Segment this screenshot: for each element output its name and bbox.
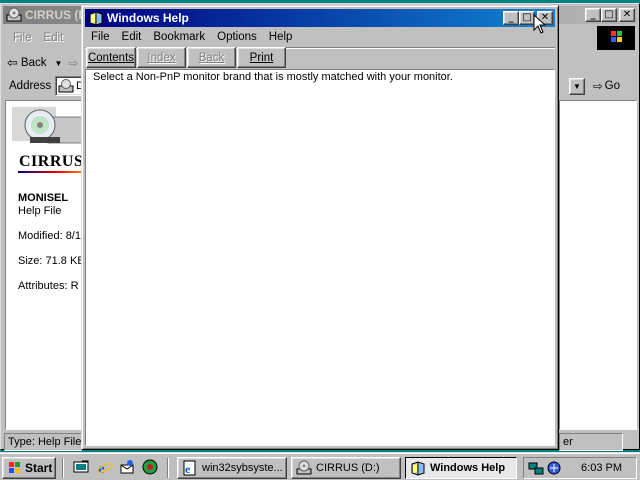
- svg-text:e: e: [185, 462, 191, 476]
- back-arrow-icon: ⇦: [7, 55, 18, 70]
- forward-arrow-icon[interactable]: ⇨: [68, 56, 78, 70]
- help-topic-pane[interactable]: Select a Non-PnP monitor brand that is m…: [85, 69, 555, 446]
- cd-drive-large-icon: [10, 105, 82, 145]
- task-button-win32sybsystem[interactable]: e win32sybsyste...: [177, 457, 287, 479]
- explorer-close-button[interactable]: ✕: [619, 8, 635, 22]
- taskbar: Start e e win32sybsyste... CIRRUS (D:) W…: [0, 452, 640, 480]
- help-back-label: Back: [198, 51, 225, 64]
- address-dropdown-button[interactable]: ▼: [569, 78, 585, 95]
- help-print-label: Print: [249, 51, 274, 64]
- help-minimize-button[interactable]: _: [503, 11, 519, 25]
- internet-explorer-icon[interactable]: e: [96, 459, 113, 476]
- go-arrow-icon: ⇨: [593, 81, 603, 93]
- selected-file-modified: Modified: 8/1: [18, 230, 81, 242]
- drive-name-heading: CIRRUS: [19, 153, 83, 170]
- go-button[interactable]: ⇨ Go: [593, 77, 620, 95]
- cd-drive-icon: [58, 79, 74, 93]
- ie-document-icon: e: [183, 460, 196, 476]
- network-icon[interactable]: [528, 460, 544, 476]
- help-menu-help[interactable]: Help: [263, 31, 299, 43]
- task-label: win32sybsyste...: [202, 462, 283, 474]
- selected-file-size: Size: 71.8 KB: [18, 255, 83, 267]
- selected-file-type: Help File: [18, 205, 62, 217]
- explorer-menu-bar: File Edit: [7, 28, 69, 48]
- help-menu-bar: File Edit Bookmark Options Help: [85, 27, 555, 47]
- task-button-windows-help[interactable]: Windows Help: [405, 457, 517, 479]
- explorer-status-type: Type: Help File: [4, 433, 82, 451]
- help-index-button[interactable]: Index: [137, 47, 186, 68]
- help-title-bar[interactable]: Windows Help _ □ ✕: [85, 9, 555, 27]
- windows-flag-icon: [9, 462, 20, 473]
- help-topic-text: Select a Non-PnP monitor brand that is m…: [93, 71, 453, 83]
- selected-file-attributes: Attributes: R: [18, 280, 79, 292]
- go-label: Go: [604, 80, 620, 92]
- task-button-cirrus[interactable]: CIRRUS (D:): [291, 457, 401, 479]
- channels-icon[interactable]: [142, 459, 159, 476]
- system-tray: 6:03 PM: [523, 457, 637, 479]
- help-menu-file[interactable]: File: [85, 31, 116, 43]
- address-label: Address: [9, 80, 52, 92]
- explorer-maximize-button[interactable]: □: [601, 8, 617, 22]
- help-menu-options[interactable]: Options: [211, 31, 263, 43]
- task-label: Windows Help: [430, 462, 506, 474]
- windows-flag-icon: [611, 31, 622, 42]
- cd-drive-icon: [296, 460, 312, 475]
- taskbar-divider: [167, 458, 169, 478]
- quicklaunch-divider: [62, 458, 64, 478]
- help-title: Windows Help: [107, 11, 189, 25]
- help-index-label: Index: [147, 51, 176, 64]
- outlook-express-icon[interactable]: [119, 459, 136, 476]
- help-book-icon: [411, 461, 425, 476]
- help-menu-bookmark[interactable]: Bookmark: [147, 31, 211, 43]
- back-dropdown-icon[interactable]: ▼: [54, 59, 62, 68]
- explorer-menu-file[interactable]: File: [7, 32, 38, 44]
- explorer-status-right: er: [559, 433, 623, 451]
- help-contents-label: Contents: [87, 51, 135, 64]
- help-menu-edit[interactable]: Edit: [116, 31, 148, 43]
- explorer-info-pane: CIRRUS MONISEL Help File Modified: 8/1 S…: [5, 100, 83, 430]
- explorer-menu-edit[interactable]: Edit: [38, 32, 70, 44]
- task-label: CIRRUS (D:): [316, 462, 380, 474]
- help-book-icon: [89, 11, 103, 26]
- explorer-file-list[interactable]: [559, 100, 637, 430]
- clock[interactable]: 6:03 PM: [581, 462, 622, 474]
- help-contents-button[interactable]: Contents: [86, 47, 136, 68]
- start-button[interactable]: Start: [2, 457, 56, 479]
- cd-drive-icon: [6, 7, 22, 22]
- selected-file-name: MONISEL: [18, 192, 69, 204]
- explorer-back-button[interactable]: ⇦ Back ▼ ⇨: [7, 52, 78, 74]
- start-label: Start: [25, 461, 53, 475]
- help-back-button[interactable]: Back: [187, 47, 236, 68]
- display-settings-icon[interactable]: [546, 460, 562, 476]
- mouse-cursor-icon: [533, 14, 547, 34]
- heading-divider: [18, 171, 82, 173]
- windows-logo-throbber: [597, 26, 635, 50]
- explorer-minimize-button[interactable]: _: [585, 8, 601, 22]
- show-desktop-icon[interactable]: [73, 459, 90, 476]
- explorer-back-label: Back: [20, 57, 47, 69]
- help-print-button[interactable]: Print: [237, 47, 286, 68]
